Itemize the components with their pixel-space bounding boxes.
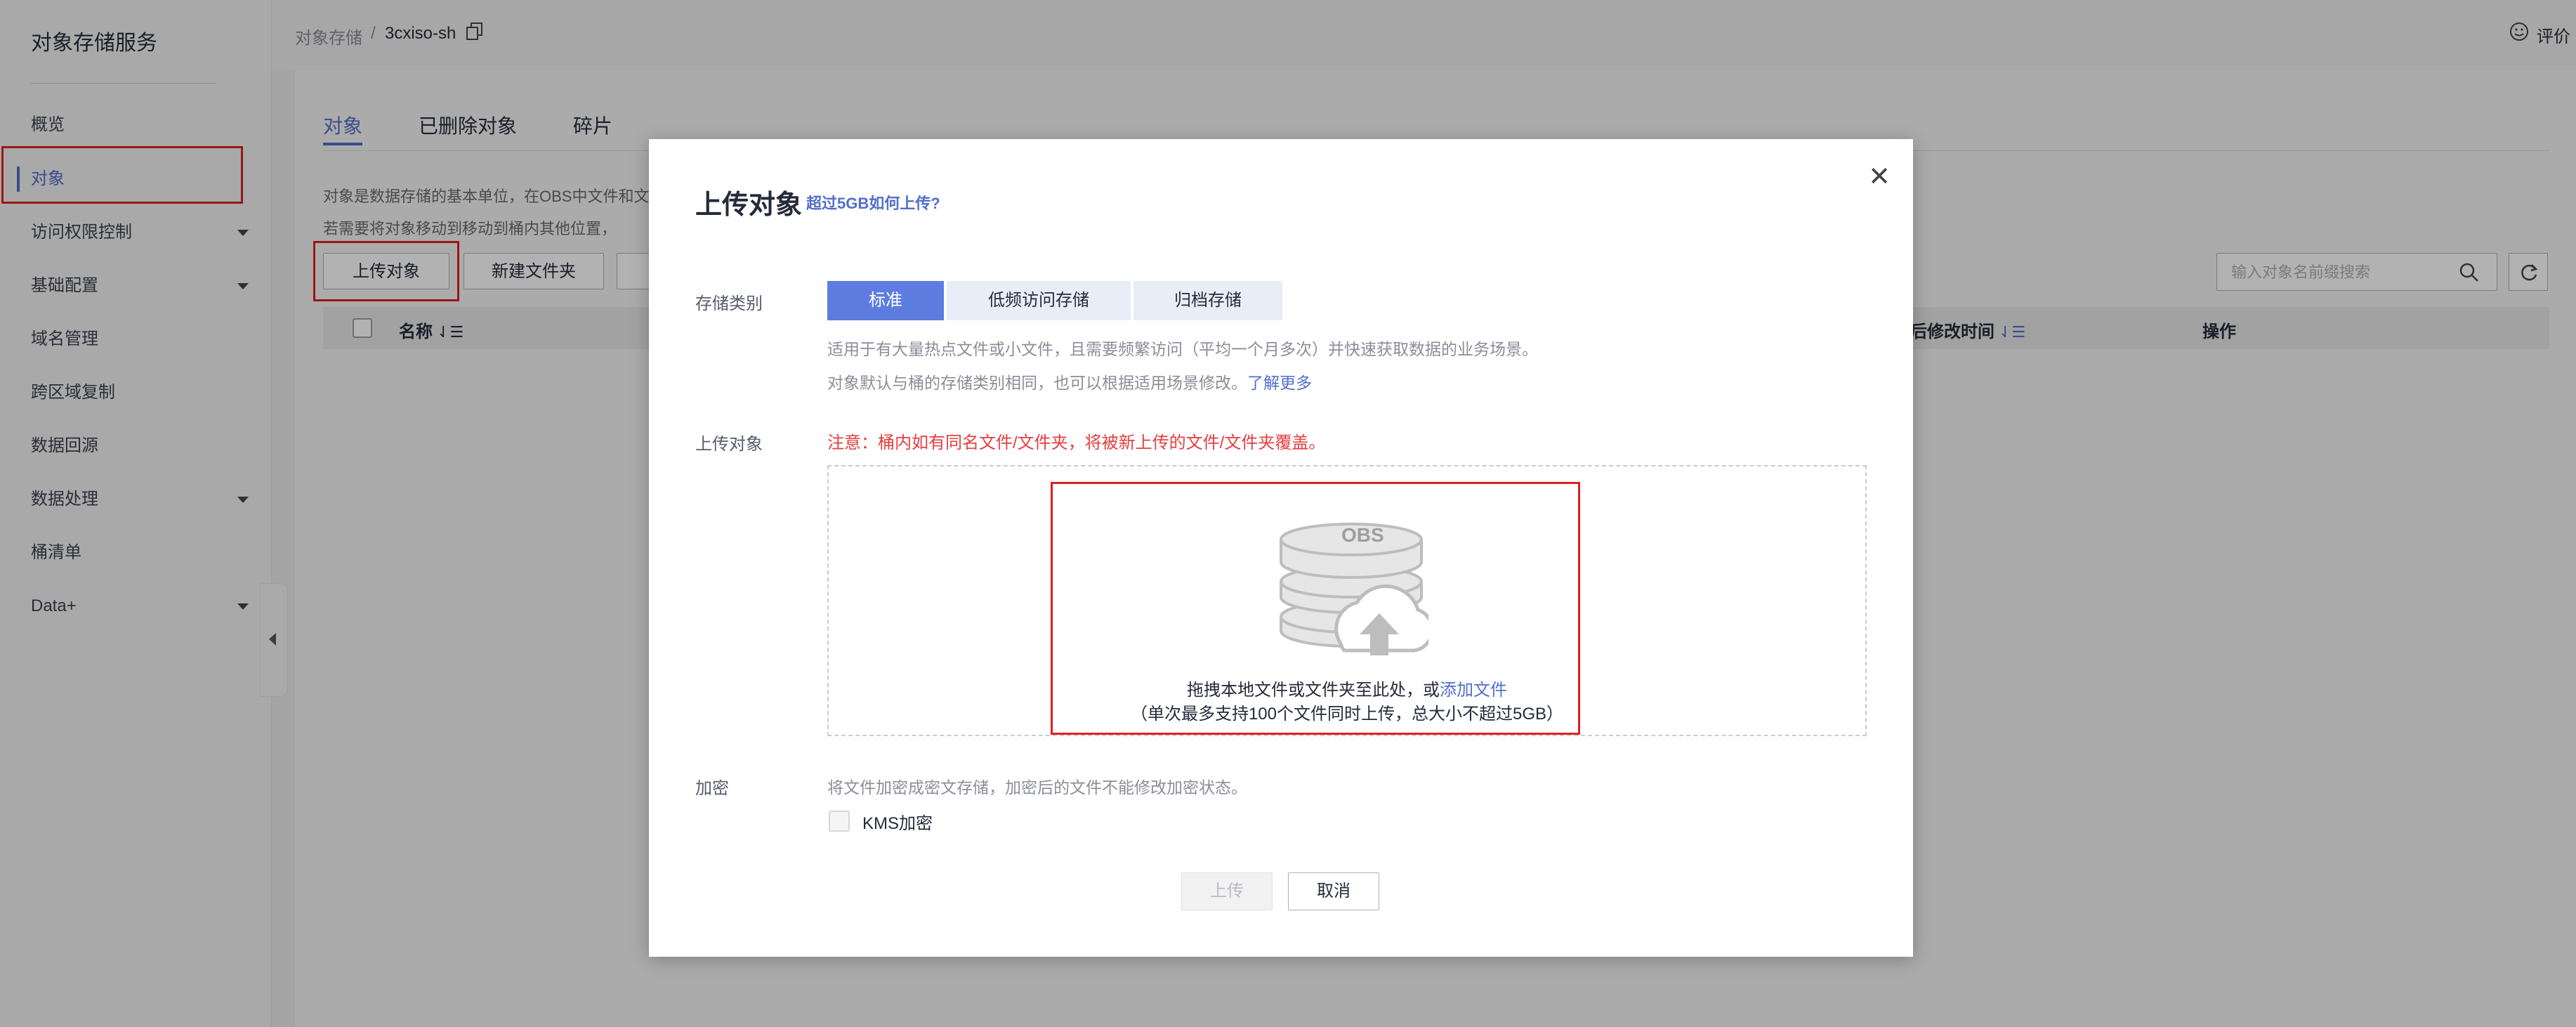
dialog-title: 上传对象 [695,190,803,220]
close-icon[interactable]: ✕ [1865,163,1893,191]
large-upload-help-link[interactable]: 超过5GB如何上传? [806,191,940,214]
kms-encryption-checkbox[interactable] [829,811,850,832]
storage-option-standard[interactable]: 标准 [827,281,944,320]
storage-class-label: 存储类别 [695,294,763,313]
kms-encryption-label: KMS加密 [862,814,933,833]
storage-hint-2: 对象默认与桶的存储类别相同，也可以根据适用场景修改。了解更多 [827,369,1312,393]
storage-hint-1: 适用于有大量热点文件或小文件，且需要频繁访问（平均一个月多次）并快速获取数据的业… [827,340,1538,358]
cancel-button[interactable]: 取消 [1288,872,1379,910]
learn-more-link[interactable]: 了解更多 [1247,374,1312,392]
encryption-hint: 将文件加密成密文存储，加密后的文件不能修改加密状态。 [827,778,1247,797]
upload-object-label: 上传对象 [695,435,763,454]
encryption-label: 加密 [695,779,729,798]
overwrite-warning: 注意：桶内如有同名文件/文件夹，将被新上传的文件/文件夹覆盖。 [827,433,1326,452]
storage-option-archive[interactable]: 归档存储 [1133,281,1282,320]
annotation-highlight-drop-area [1051,482,1580,735]
storage-option-infrequent[interactable]: 低频访问存储 [947,281,1131,320]
storage-hint-2-text: 对象默认与桶的存储类别相同，也可以根据适用场景修改。 [827,374,1247,392]
upload-button-disabled[interactable]: 上传 [1181,872,1273,910]
upload-dialog: 上传对象 超过5GB如何上传? ✕ 存储类别 标准 低频访问存储 归档存储 适用… [649,139,1913,957]
